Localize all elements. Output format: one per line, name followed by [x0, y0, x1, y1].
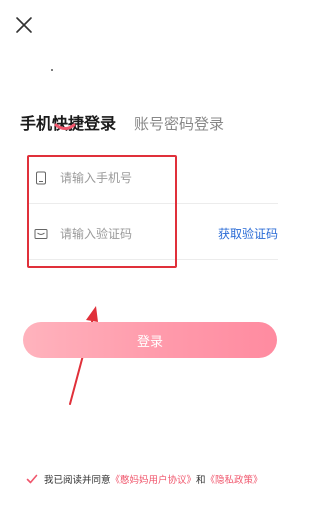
phone-icon: [34, 171, 48, 185]
user-agreement-link[interactable]: 《憨妈妈用户协议》: [111, 472, 197, 486]
login-tabs: 手机快捷登录 账号密码登录: [20, 110, 224, 134]
agreement-and: 和: [196, 475, 206, 486]
phone-field: [28, 152, 278, 204]
agreement-prefix: 我已阅读并同意: [44, 475, 111, 486]
get-code-button[interactable]: 获取验证码: [218, 225, 278, 242]
active-tab-indicator: [54, 123, 76, 130]
agreement-row: 我已阅读并同意 《憨妈妈用户协议》 和 《隐私政策》: [26, 472, 263, 486]
close-icon: [16, 17, 32, 33]
stray-dot: [51, 69, 53, 71]
check-icon: [26, 474, 38, 484]
phone-input[interactable]: [60, 170, 200, 185]
close-button[interactable]: [13, 14, 35, 36]
tab-password-login[interactable]: 账号密码登录: [134, 113, 224, 134]
agreement-checkbox[interactable]: [26, 473, 38, 485]
message-icon: [34, 227, 48, 241]
verification-code-input[interactable]: [60, 226, 200, 241]
privacy-policy-link[interactable]: 《隐私政策》: [206, 472, 263, 486]
verification-code-field: 获取验证码: [28, 208, 278, 260]
login-button[interactable]: 登录: [23, 322, 277, 358]
